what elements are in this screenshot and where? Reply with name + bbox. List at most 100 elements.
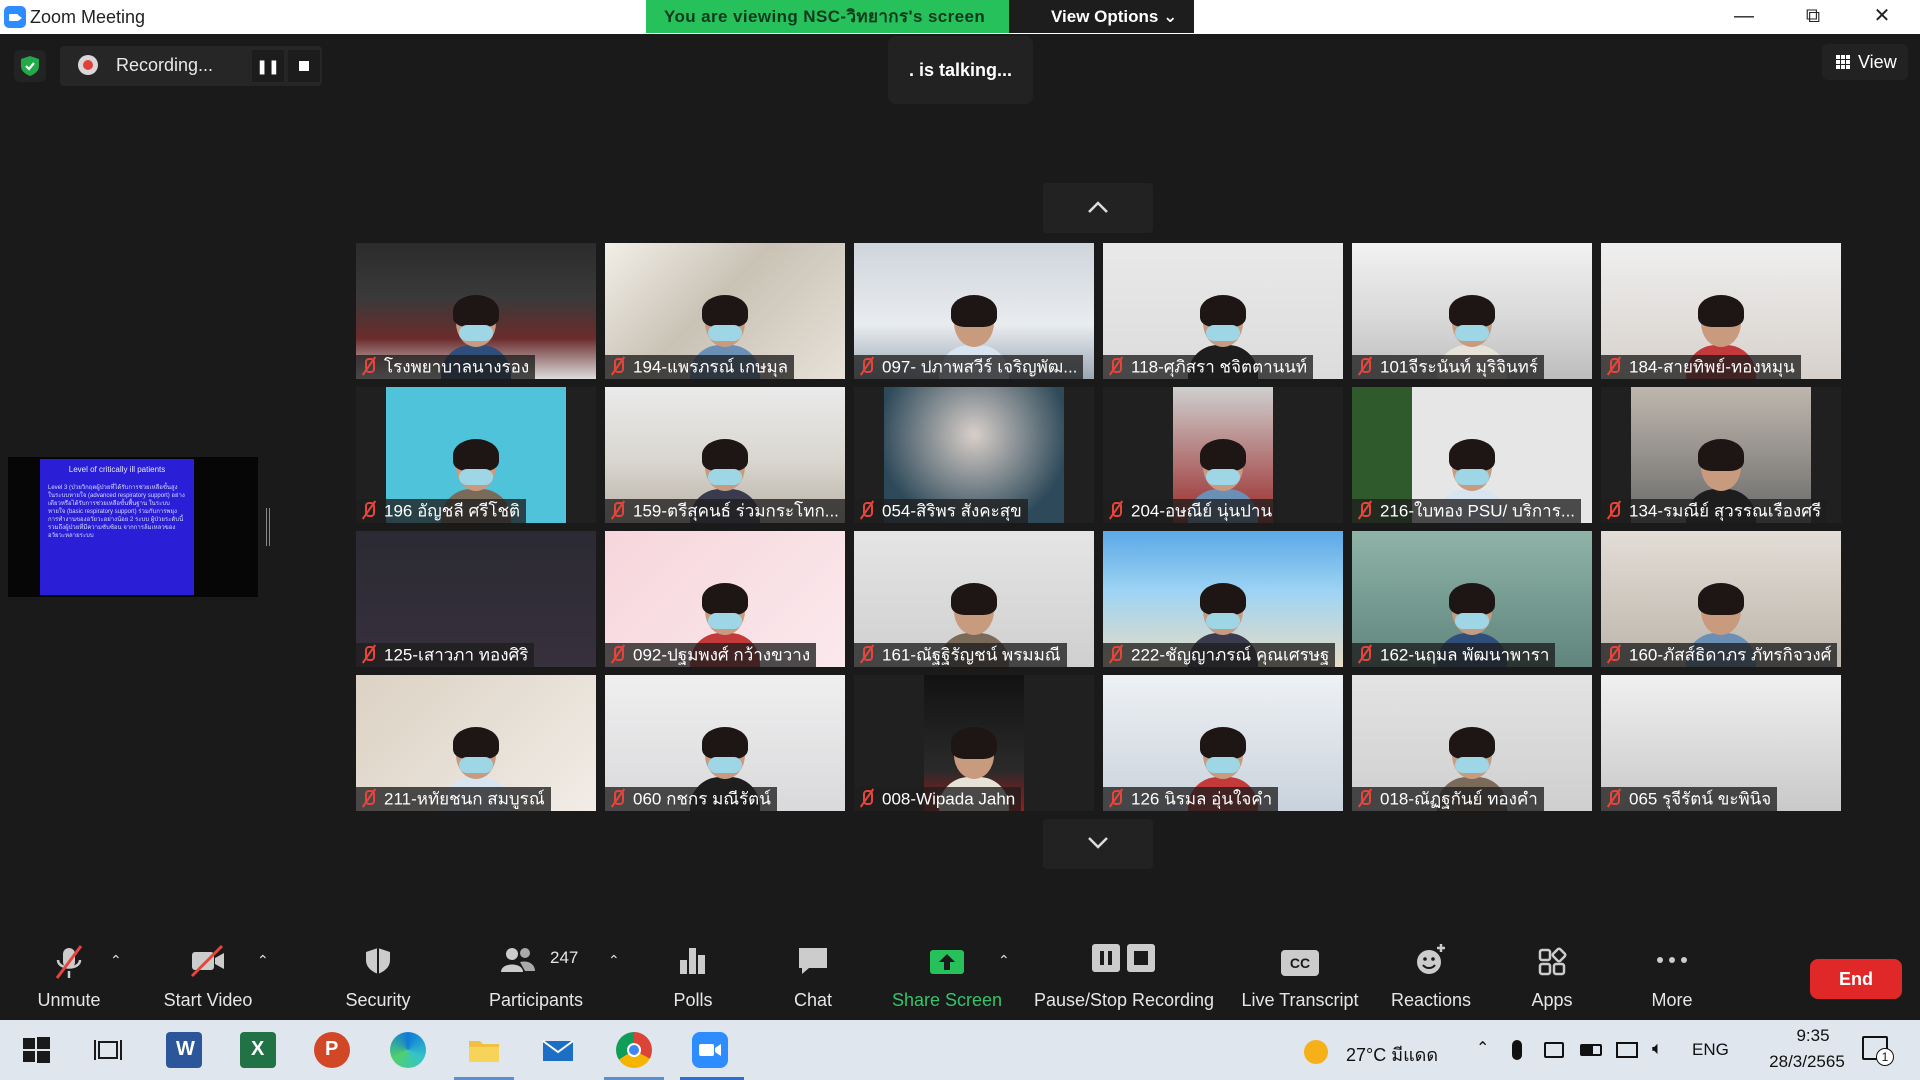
video-options-caret[interactable]: ⌃ — [257, 952, 269, 969]
participant-tile[interactable]: 216-ใบทอง PSU/ บริการ... — [1352, 387, 1592, 523]
participant-name: 065 รุจีรัตน์ ขะพินิจ — [1629, 789, 1772, 809]
participant-name: 211-หทัยชนก สมบูรณ์ — [384, 789, 545, 809]
file-explorer-icon[interactable] — [466, 1032, 502, 1068]
participant-name-tag: โรงพยาบาลนางรอง — [356, 355, 536, 379]
restore-icon[interactable]: ⧉ — [1783, 0, 1843, 34]
participant-tile[interactable]: 060 กชกร มณีรัตน์ — [605, 675, 845, 811]
more-button[interactable]: More — [1636, 938, 1708, 1020]
share-screen-button[interactable]: Share Screen — [888, 938, 1006, 1020]
participant-name-tag: 065 รุจีรัตน์ ขะพินิจ — [1601, 787, 1778, 811]
network-icon[interactable] — [1616, 1042, 1638, 1058]
chat-button[interactable]: Chat — [780, 938, 846, 1020]
clock-time[interactable]: 9:35 — [1768, 1026, 1858, 1046]
view-options-button[interactable]: View Options ⌄ — [1009, 0, 1194, 33]
pause-stop-recording-button[interactable]: Pause/Stop Recording — [1032, 938, 1216, 1020]
participant-name-tag: 194-แพรภรณ์ เกษมุล — [605, 355, 795, 379]
share-options-caret[interactable]: ⌃ — [998, 952, 1010, 969]
page-down-button[interactable] — [1043, 819, 1153, 869]
participants-gallery: โรงพยาบาลนางรอง 194-แพรภรณ์ เกษมุล 097- ปภ… — [356, 243, 1841, 811]
battery-icon[interactable] — [1580, 1044, 1602, 1056]
view-button[interactable]: View — [1822, 44, 1908, 80]
word-icon[interactable]: W — [166, 1032, 202, 1068]
input-language[interactable]: ENG — [1692, 1040, 1729, 1060]
muted-mic-icon — [360, 500, 378, 520]
title-bar: Zoom Meeting You are viewing NSC-วิทยากร… — [0, 0, 1920, 34]
participant-tile[interactable]: 162-นฤมล พัฒนาพารา — [1352, 531, 1592, 667]
excel-icon[interactable]: X — [240, 1032, 276, 1068]
security-shield-icon — [366, 948, 390, 974]
tray-app-icon[interactable] — [1544, 1042, 1564, 1058]
weather-text[interactable]: 27°C มีแดด — [1346, 1040, 1438, 1069]
participant-count: 247 — [550, 948, 579, 967]
audio-options-caret[interactable]: ⌃ — [110, 952, 122, 969]
muted-mic-icon — [1107, 788, 1125, 808]
participant-name-tag: 008-Wipada Jahn — [854, 787, 1022, 811]
participant-name: 101จีระนันท์ มุริจินทร์ — [1380, 357, 1539, 377]
participant-tile[interactable]: 092-ปฐมพงศ์ กว้างขวาง — [605, 531, 845, 667]
video-off-icon — [190, 944, 224, 978]
participant-tile[interactable]: โรงพยาบาลนางรอง — [356, 243, 596, 379]
security-button[interactable]: Security — [330, 938, 426, 1020]
stop-recording-icon[interactable] — [288, 50, 320, 82]
participant-tile[interactable]: 222-ชัญญาภรณ์ คุณเศรษฐ — [1103, 531, 1343, 667]
notification-icon[interactable]: 1 — [1862, 1036, 1894, 1066]
participant-name-tag: 134-รมณีย์ สุวรรณเรืองศรี — [1601, 499, 1828, 523]
thumbnail-drag-handle[interactable] — [266, 508, 270, 546]
zoom-taskbar-icon[interactable] — [692, 1032, 728, 1068]
participant-tile[interactable]: 101จีระนันท์ มุริจินทร์ — [1352, 243, 1592, 379]
share-screen-icon — [930, 950, 964, 974]
edge-icon[interactable] — [390, 1032, 426, 1068]
participant-tile[interactable]: 054-สิริพร สังคะสุข — [854, 387, 1094, 523]
volume-muted-icon[interactable]: 🔈︎ — [1652, 1038, 1663, 1059]
participant-tile[interactable]: 118-ศุภิสรา ชจิตตานนท์ — [1103, 243, 1343, 379]
encryption-shield-icon[interactable] — [14, 50, 46, 82]
participant-name: 196 อัญชลี ศรีโชติ — [384, 501, 521, 521]
shared-screen-thumbnail[interactable]: Level of critically ill patients Level 3… — [8, 457, 258, 597]
participant-tile[interactable]: 008-Wipada Jahn — [854, 675, 1094, 811]
windows-start-icon[interactable] — [18, 1032, 54, 1068]
task-view-icon[interactable] — [90, 1032, 126, 1068]
participant-tile[interactable]: 196 อัญชลี ศรีโชติ — [356, 387, 596, 523]
minimize-icon[interactable]: — — [1714, 0, 1774, 34]
clock-date[interactable]: 28/3/2565 — [1752, 1052, 1862, 1072]
participant-tile[interactable]: 184-สายทิพย์-ทองหมุน — [1601, 243, 1841, 379]
participant-name-tag: 204-อษณีย์ นุ่นปาน — [1103, 499, 1279, 523]
microphone-tray-icon[interactable] — [1512, 1040, 1522, 1060]
live-transcript-button[interactable]: CC Live Transcript — [1236, 938, 1364, 1020]
reactions-button[interactable]: Reactions — [1386, 938, 1476, 1020]
participant-tile[interactable]: 097- ปภาพสวีร์ เจริญพัฒ... — [854, 243, 1094, 379]
participant-tile[interactable]: 194-แพรภรณ์ เกษมุล — [605, 243, 845, 379]
chevron-up-icon — [1088, 201, 1108, 213]
powerpoint-icon[interactable]: P — [314, 1032, 350, 1068]
muted-mic-icon — [360, 356, 378, 376]
apps-button[interactable]: Apps — [1516, 938, 1588, 1020]
participant-name: 204-อษณีย์ นุ่นปาน — [1131, 501, 1273, 521]
participant-tile[interactable]: 018-ณัฏฐกันย์ ทองคำ — [1352, 675, 1592, 811]
start-video-button[interactable]: Start Video — [150, 938, 266, 1020]
participant-tile[interactable]: 160-ภัสส์ธิดาภร ภัทรกิจวงศ์ — [1601, 531, 1841, 667]
mail-icon[interactable] — [540, 1032, 576, 1068]
polls-icon — [680, 948, 705, 974]
page-up-button[interactable] — [1043, 183, 1153, 233]
participant-tile[interactable]: 065 รุจีรัตน์ ขะพินิจ — [1601, 675, 1841, 811]
polls-button[interactable]: Polls — [660, 938, 726, 1020]
participant-name-tag: 118-ศุภิสรา ชจิตตานนท์ — [1103, 355, 1314, 379]
participant-tile[interactable]: 134-รมณีย์ สุวรรณเรืองศรี — [1601, 387, 1841, 523]
participant-name: 125-เสาวภา ทองศิริ — [384, 645, 529, 665]
participant-tile[interactable]: 204-อษณีย์ นุ่นปาน — [1103, 387, 1343, 523]
participant-tile[interactable]: 126 นิรมล อุ่นใจคำ — [1103, 675, 1343, 811]
participant-tile[interactable]: 159-ตรีสุคนธ์ ร่วมกระโทก... — [605, 387, 845, 523]
chrome-icon[interactable] — [616, 1032, 652, 1068]
participant-tile[interactable]: 211-หทัยชนก สมบูรณ์ — [356, 675, 596, 811]
pause-recording-icon[interactable]: ❚❚ — [252, 50, 284, 82]
unmute-button[interactable]: Unmute — [20, 938, 118, 1020]
tray-chevron-icon[interactable]: ⌃ — [1476, 1038, 1489, 1058]
participant-name-tag: 125-เสาวภา ทองศิริ — [356, 643, 535, 667]
participant-tile[interactable]: 125-เสาวภา ทองศิริ — [356, 531, 596, 667]
participant-tile[interactable]: 161-ณัฐฐิรัญชน์ พรมมณี — [854, 531, 1094, 667]
participants-options-caret[interactable]: ⌃ — [608, 952, 620, 969]
participants-button[interactable]: 247 Participants — [478, 938, 594, 1020]
meeting-toolbar: Unmute ⌃ Start Video ⌃ Security 247 Part… — [0, 938, 1920, 1020]
end-meeting-button[interactable]: End — [1810, 959, 1902, 999]
close-icon[interactable]: ✕ — [1852, 0, 1912, 34]
